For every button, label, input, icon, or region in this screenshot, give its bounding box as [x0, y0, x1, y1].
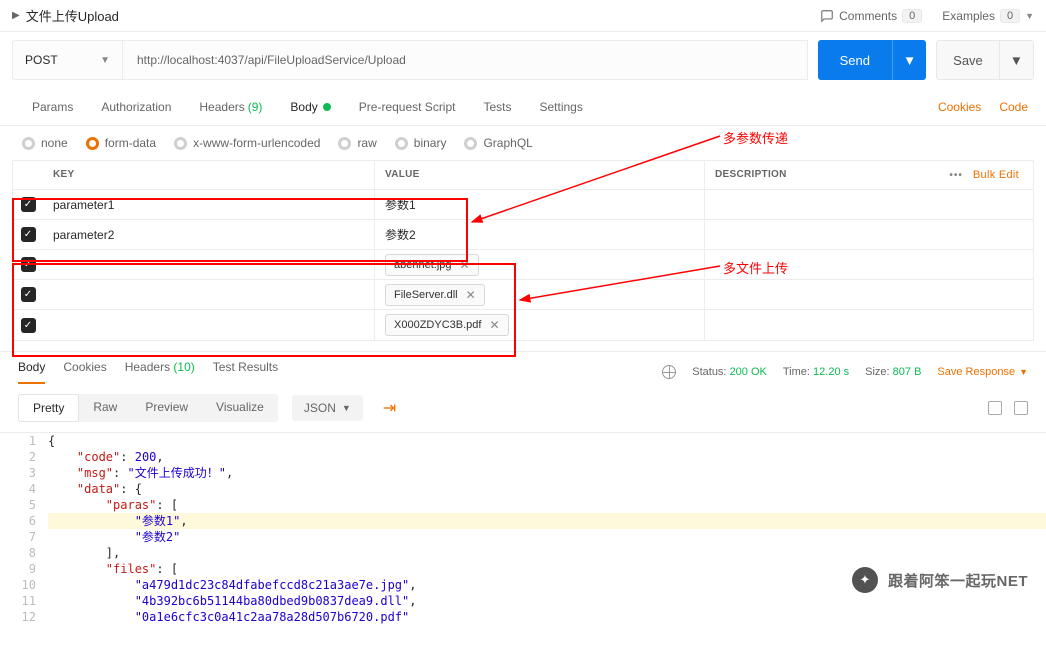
send-label: Send: [818, 53, 892, 68]
response-view-bar: Pretty Raw Preview Visualize JSON▼ ⇥: [0, 384, 1046, 433]
globe-icon[interactable]: [662, 365, 676, 379]
key-cell[interactable]: parameter1: [43, 190, 375, 219]
status-block: Status: 200 OK: [692, 366, 767, 378]
cookies-link[interactable]: Cookies: [938, 100, 981, 114]
watermark: ✦ 跟着阿笨一起玩NET: [852, 567, 1028, 593]
tab-header: ▶ 文件上传Upload Comments 0 Examples 0 ▼: [0, 0, 1046, 32]
bulk-edit-link[interactable]: Bulk Edit: [973, 169, 1019, 181]
table-row[interactable]: ✓ X000ZDYC3B.pdf ✕: [13, 310, 1033, 340]
size-block: Size: 807 B: [865, 366, 921, 378]
save-dropdown-icon[interactable]: ▼: [999, 41, 1033, 79]
key-cell[interactable]: [43, 280, 375, 309]
view-pretty[interactable]: Pretty: [18, 394, 79, 422]
file-name: abennet.jpg: [394, 259, 452, 271]
tab-authorization[interactable]: Authorization: [87, 88, 185, 125]
view-preview[interactable]: Preview: [131, 394, 202, 422]
copy-icon[interactable]: [988, 401, 1002, 415]
file-name: X000ZDYC3B.pdf: [394, 319, 481, 331]
resp-tab-headers[interactable]: Headers (10): [125, 360, 195, 384]
tab-headers[interactable]: Headers(9): [185, 88, 276, 125]
watermark-text: 跟着阿笨一起玩NET: [888, 570, 1028, 591]
view-raw[interactable]: Raw: [79, 394, 131, 422]
table-row[interactable]: ✓ parameter1参数1: [13, 190, 1033, 220]
method-dropdown[interactable]: POST ▼: [12, 40, 122, 80]
key-cell[interactable]: [43, 250, 375, 279]
wrap-lines-icon[interactable]: ⇥: [373, 392, 406, 424]
comments-button[interactable]: Comments 0: [820, 9, 922, 23]
search-icon[interactable]: [1014, 401, 1028, 415]
comments-label: Comments: [839, 9, 897, 23]
body-has-data-dot-icon: [323, 103, 331, 111]
examples-button[interactable]: Examples 0 ▼: [942, 9, 1034, 23]
radio-graphql[interactable]: GraphQL: [464, 136, 532, 150]
value-cell[interactable]: abennet.jpg ✕: [375, 250, 705, 279]
tab-prerequest[interactable]: Pre-request Script: [345, 88, 470, 125]
resp-tab-testresults[interactable]: Test Results: [213, 360, 278, 384]
url-input[interactable]: [122, 40, 808, 80]
value-cell[interactable]: 参数2: [375, 220, 705, 249]
send-button[interactable]: Send ▼: [818, 40, 927, 80]
request-title: 文件上传Upload: [26, 6, 119, 25]
tab-params[interactable]: Params: [18, 88, 87, 125]
tab-settings[interactable]: Settings: [526, 88, 597, 125]
checkbox[interactable]: ✓: [21, 257, 36, 272]
chevron-down-icon: ▼: [100, 55, 110, 66]
comment-icon: [820, 9, 834, 23]
request-row: POST ▼ Send ▼ Save ▼: [0, 32, 1046, 88]
method-value: POST: [25, 53, 58, 67]
key-cell[interactable]: [43, 310, 375, 340]
checkbox[interactable]: ✓: [21, 197, 36, 212]
response-body[interactable]: 123456789101112 { "code": 200, "msg": "文…: [0, 433, 1046, 631]
comments-count: 0: [902, 9, 922, 23]
save-button[interactable]: Save ▼: [936, 40, 1034, 80]
value-cell[interactable]: FileServer.dll ✕: [375, 280, 705, 309]
resp-tab-cookies[interactable]: Cookies: [63, 360, 106, 384]
remove-file-icon[interactable]: ✕: [466, 288, 476, 302]
time-block: Time: 12.20 s: [783, 366, 849, 378]
formdata-table: KEY VALUE DESCRIPTION ••• Bulk Edit ✓ par…: [12, 160, 1034, 341]
collapse-caret-icon[interactable]: ▶: [12, 10, 20, 21]
key-cell[interactable]: parameter2: [43, 220, 375, 249]
examples-count: 0: [1000, 9, 1020, 23]
value-cell[interactable]: X000ZDYC3B.pdf ✕: [375, 310, 705, 340]
radio-raw[interactable]: raw: [338, 136, 376, 150]
chevron-down-icon: ▼: [1025, 11, 1034, 21]
radio-xwww[interactable]: x-www-form-urlencoded: [174, 136, 320, 150]
save-response-button[interactable]: Save Response ▼: [937, 366, 1028, 378]
code-link[interactable]: Code: [999, 100, 1028, 114]
table-row[interactable]: ✓ abennet.jpg ✕: [13, 250, 1033, 280]
radio-binary[interactable]: binary: [395, 136, 447, 150]
save-label: Save: [937, 53, 999, 68]
examples-label: Examples: [942, 9, 995, 23]
radio-none[interactable]: none: [22, 136, 68, 150]
table-row[interactable]: ✓ FileServer.dll ✕: [13, 280, 1033, 310]
request-tabs: Params Authorization Headers(9) Body Pre…: [0, 88, 1046, 126]
table-header: KEY VALUE DESCRIPTION ••• Bulk Edit: [13, 161, 1033, 190]
col-key: KEY: [43, 161, 375, 189]
tab-body[interactable]: Body: [276, 88, 344, 125]
send-dropdown-icon[interactable]: ▼: [892, 40, 926, 80]
file-chip[interactable]: abennet.jpg ✕: [385, 254, 479, 276]
lang-dropdown[interactable]: JSON▼: [292, 395, 363, 421]
file-name: FileServer.dll: [394, 289, 458, 301]
view-visualize[interactable]: Visualize: [202, 394, 278, 422]
body-type-selector: none form-data x-www-form-urlencoded raw…: [0, 126, 1046, 160]
checkbox[interactable]: ✓: [21, 318, 36, 333]
remove-file-icon[interactable]: ✕: [489, 318, 499, 332]
radio-formdata[interactable]: form-data: [86, 136, 156, 150]
response-tabs-bar: Body Cookies Headers (10) Test Results S…: [0, 351, 1046, 384]
wechat-icon: ✦: [852, 567, 878, 593]
tab-tests[interactable]: Tests: [469, 88, 525, 125]
table-row[interactable]: ✓ parameter2参数2: [13, 220, 1033, 250]
col-description: DESCRIPTION: [705, 161, 939, 189]
checkbox[interactable]: ✓: [21, 227, 36, 242]
value-cell[interactable]: 参数1: [375, 190, 705, 219]
resp-tab-body[interactable]: Body: [18, 360, 45, 384]
more-icon[interactable]: •••: [949, 170, 963, 181]
file-chip[interactable]: X000ZDYC3B.pdf ✕: [385, 314, 509, 336]
col-value: VALUE: [375, 161, 705, 189]
remove-file-icon[interactable]: ✕: [460, 258, 470, 272]
file-chip[interactable]: FileServer.dll ✕: [385, 284, 485, 306]
checkbox[interactable]: ✓: [21, 287, 36, 302]
